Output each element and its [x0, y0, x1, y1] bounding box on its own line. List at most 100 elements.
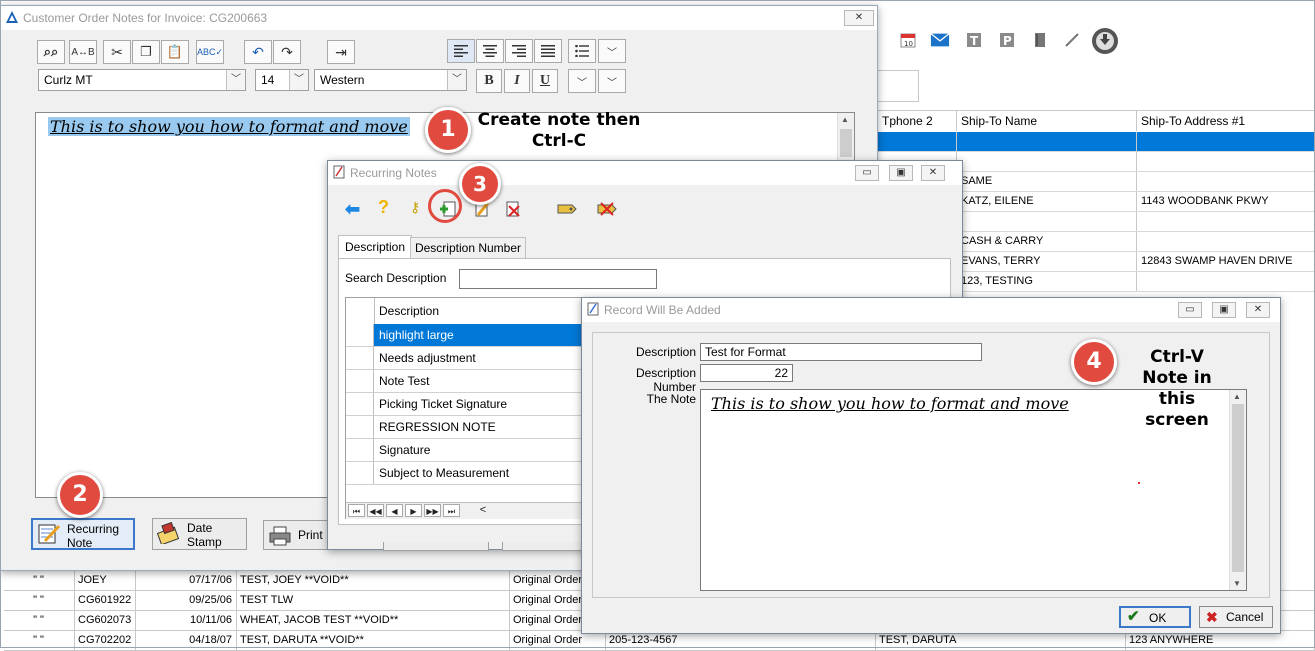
spellcheck-button[interactable]: ABC✓ — [196, 40, 224, 64]
text-p-icon[interactable]: P — [997, 30, 1017, 50]
bullets-dropdown-button[interactable]: ﹀ — [598, 39, 626, 63]
nav-button[interactable]: ⏮ — [348, 504, 365, 517]
book-icon[interactable] — [1030, 30, 1050, 50]
nav-button[interactable]: < — [476, 504, 490, 517]
highlight-dropdown-button[interactable]: ﹀ — [598, 69, 626, 93]
recurring-rows: highlight large Needs adjustment Note Test… — [346, 324, 582, 489]
list-item[interactable]: Subject to Measurement — [346, 462, 582, 485]
scroll-down-icon[interactable]: ▼ — [1233, 579, 1241, 588]
recurring-minimize-button[interactable]: ▭ — [855, 165, 879, 181]
search-field-background[interactable] — [878, 70, 919, 102]
row-selector[interactable] — [346, 462, 374, 484]
pen-icon[interactable] — [1062, 30, 1082, 50]
scroll-up-icon[interactable]: ▲ — [1233, 392, 1241, 401]
paste-button[interactable]: 📋 — [161, 40, 189, 64]
email-icon[interactable] — [930, 30, 950, 50]
bold-button[interactable]: B — [476, 69, 502, 93]
font-name-select[interactable]: Curlz MT ﹀ — [38, 69, 246, 91]
list-item[interactable]: Note Test — [346, 370, 582, 393]
the-note-scrollbar[interactable]: ▲ ▼ — [1229, 390, 1246, 590]
tab-description-number[interactable]: Description Number — [410, 237, 526, 259]
align-left-icon — [454, 45, 468, 57]
grid-header-tphone2[interactable]: Tphone 2 — [878, 111, 957, 131]
text-t-icon[interactable]: T — [964, 30, 984, 50]
list-item-label: Subject to Measurement — [379, 466, 510, 480]
recurring-note-button[interactable]: Recurring Note — [31, 518, 135, 550]
recurring-window-title: Recurring Notes — [350, 166, 437, 180]
undo-button[interactable]: ↶ — [244, 40, 272, 64]
notes-close-button[interactable]: ✕ — [844, 10, 874, 26]
list-item-label: Signature — [379, 443, 431, 457]
table-row[interactable]: " " CG702202 04/18/07 TEST, DARUTA **VOID**… — [4, 631, 1315, 651]
header-description[interactable]: Description — [379, 304, 439, 318]
find-button[interactable]: ⌕⌕ — [37, 40, 65, 64]
justify-icon — [541, 45, 555, 57]
remove-tag-icon[interactable] — [596, 201, 618, 217]
cut-button[interactable]: ✂ — [103, 40, 131, 64]
bullets-button[interactable] — [568, 39, 596, 63]
tag-icon[interactable] — [556, 201, 578, 217]
tab-description[interactable]: Description — [338, 235, 412, 259]
recurring-maximize-button[interactable]: ▣ — [889, 165, 913, 181]
record-titlebar[interactable]: Record Will Be Added ▭ ▣ ✕ — [582, 298, 1280, 322]
redo-button[interactable]: ↷ — [273, 40, 301, 64]
hidden-button-2[interactable] — [502, 542, 584, 551]
table-cell: " " — [4, 611, 75, 630]
script-select[interactable]: Western ﹀ — [314, 69, 467, 91]
nav-button[interactable]: ▶▶ — [424, 504, 441, 517]
list-item[interactable]: REGRESSION NOTE — [346, 416, 582, 439]
row-selector[interactable] — [346, 416, 374, 438]
list-item[interactable]: Picking Ticket Signature — [346, 393, 582, 416]
align-left-button[interactable] — [447, 39, 475, 63]
list-item[interactable]: highlight large — [346, 324, 582, 347]
nav-button[interactable]: ◀◀ — [367, 504, 384, 517]
back-arrow-icon[interactable]: ⬅ — [345, 199, 360, 220]
underline-button[interactable]: U — [532, 69, 558, 93]
exit-icon[interactable] — [1090, 26, 1120, 56]
recurring-close-button[interactable]: ✕ — [921, 165, 945, 181]
color-dropdown-button[interactable]: ﹀ — [568, 69, 596, 93]
date-stamp-button[interactable]: Date Stamp — [152, 518, 247, 550]
list-item-label: Note Test — [379, 374, 430, 388]
help-question-icon[interactable]: ? — [378, 197, 389, 218]
grid-row[interactable] — [878, 132, 1315, 152]
copy-button[interactable]: ❐ — [132, 40, 160, 64]
row-selector[interactable] — [346, 347, 374, 369]
description-input[interactable]: Test for Format — [700, 343, 982, 361]
scroll-thumb[interactable] — [840, 129, 852, 157]
justify-button[interactable] — [534, 39, 562, 63]
nav-button[interactable]: ◀ — [386, 504, 403, 517]
font-size-select[interactable]: 14 ﹀ — [255, 69, 309, 91]
calendar-icon[interactable]: 10 — [898, 30, 918, 50]
delete-record-icon[interactable] — [503, 199, 523, 219]
nav-button[interactable]: ⏭ — [443, 504, 460, 517]
cancel-button[interactable]: ✖ Cancel — [1199, 606, 1273, 628]
description-number-input[interactable]: 22 — [700, 364, 793, 382]
list-item[interactable]: Needs adjustment — [346, 347, 582, 370]
record-minimize-button[interactable]: ▭ — [1178, 302, 1202, 318]
indent-button[interactable]: ⇥ — [327, 40, 355, 64]
row-selector[interactable] — [346, 370, 374, 392]
record-maximize-button[interactable]: ▣ — [1212, 302, 1236, 318]
grid-header-ship-to-name[interactable]: Ship-To Name — [957, 111, 1137, 131]
replace-button[interactable]: A↔B — [69, 40, 97, 64]
italic-button[interactable]: I — [504, 69, 530, 93]
row-selector[interactable] — [346, 439, 374, 461]
checkmark-icon: ✔ — [1127, 608, 1140, 625]
scroll-up-icon[interactable]: ▲ — [841, 115, 849, 124]
row-selector[interactable] — [346, 324, 374, 346]
align-center-button[interactable] — [476, 39, 504, 63]
align-right-button[interactable] — [505, 39, 533, 63]
list-item[interactable]: Signature — [346, 439, 582, 462]
notes-titlebar[interactable]: Customer Order Notes for Invoice: CG2006… — [1, 6, 877, 30]
hidden-button-1[interactable] — [383, 542, 489, 551]
nav-button[interactable]: ▶ — [405, 504, 422, 517]
recurring-titlebar[interactable]: Recurring Notes ▭ ▣ ✕ — [328, 161, 962, 185]
record-close-button[interactable]: ✕ — [1246, 302, 1270, 318]
ok-button[interactable]: ✔ OK — [1119, 606, 1191, 628]
search-key-icon[interactable]: ⚷ — [410, 199, 420, 216]
grid-header-ship-to-address[interactable]: Ship-To Address #1 — [1137, 111, 1315, 131]
row-selector[interactable] — [346, 393, 374, 415]
search-description-input[interactable] — [459, 269, 657, 289]
scroll-thumb[interactable] — [1232, 404, 1244, 572]
